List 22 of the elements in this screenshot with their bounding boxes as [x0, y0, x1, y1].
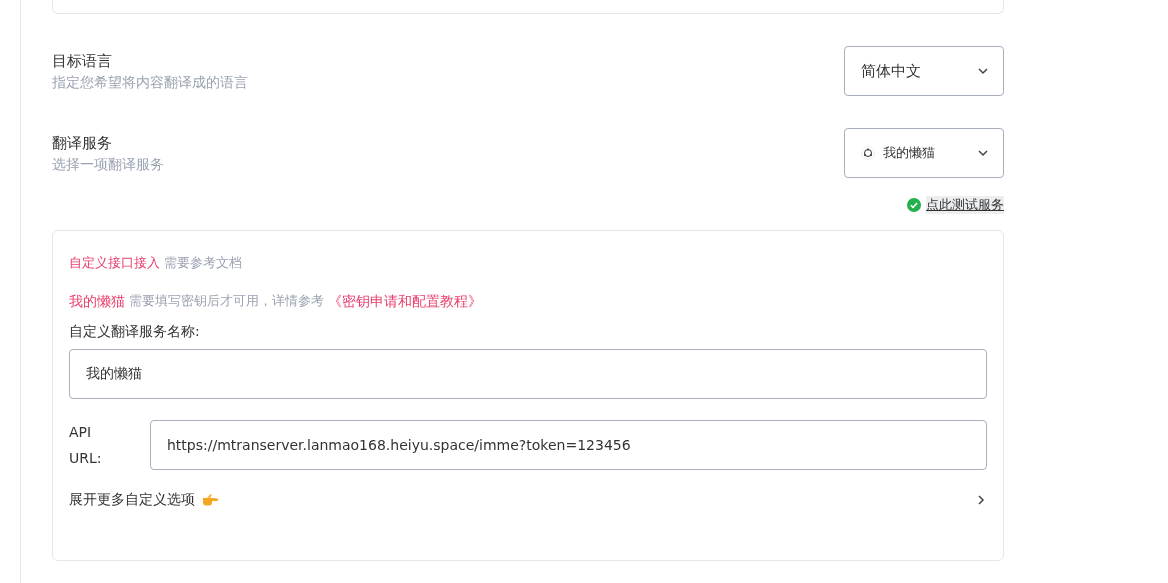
- service-logo-icon: [861, 146, 875, 160]
- service-select[interactable]: 我的懒猫: [844, 128, 1004, 178]
- service-name-label: 我的懒猫: [69, 292, 125, 311]
- setting-description: 指定您希望将内容翻译成的语言: [52, 73, 248, 92]
- docs-note: 需要参考文档: [164, 254, 242, 272]
- setting-title: 翻译服务: [52, 133, 113, 154]
- key-note: 需要填写密钥后才可用，详情参考: [129, 292, 324, 310]
- service-name-field[interactable]: 我的懒猫: [69, 349, 987, 399]
- chevron-icon: [977, 65, 989, 77]
- setting-description: 选择一项翻译服务: [52, 155, 164, 174]
- tutorial-link[interactable]: 《密钥申请和配置教程》: [328, 289, 482, 313]
- field-label: 自定义翻译服务名称:: [69, 322, 201, 341]
- api-url-field[interactable]: https://mtranserver.lanmao168.heiyu.space/imme?token=123456: [150, 420, 987, 470]
- pointing-hand-icon: [201, 493, 219, 507]
- service-type-label: 自定义接口接入: [69, 254, 160, 272]
- chevron-icon: [977, 147, 989, 159]
- more-options-toggle[interactable]: 展开更多自定义选项: [69, 491, 987, 509]
- chevron-icon: [975, 494, 987, 506]
- test-service-link[interactable]: 点此测试服务: [926, 196, 1004, 214]
- setting-title: 目标语言: [52, 51, 113, 72]
- field-label: API URL:: [69, 423, 103, 468]
- language-select[interactable]: 简体中文: [844, 46, 1004, 96]
